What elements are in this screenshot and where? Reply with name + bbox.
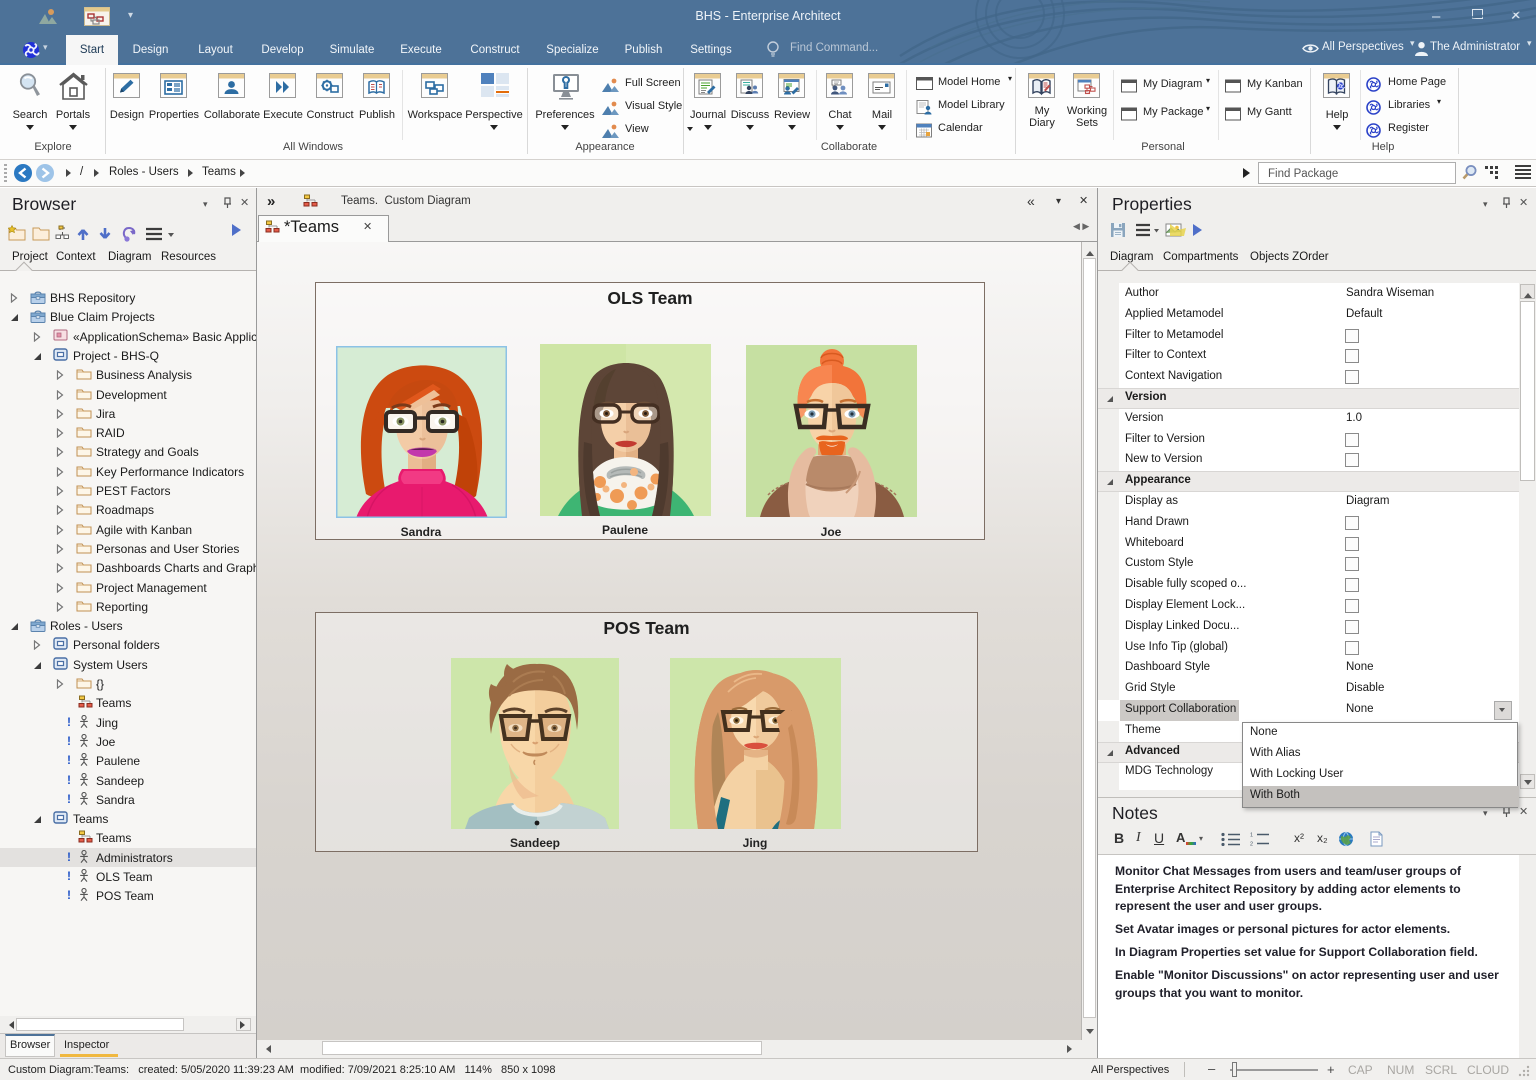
svg-text:1: 1 [1250,833,1253,839]
svg-text:2: 2 [1250,842,1253,847]
